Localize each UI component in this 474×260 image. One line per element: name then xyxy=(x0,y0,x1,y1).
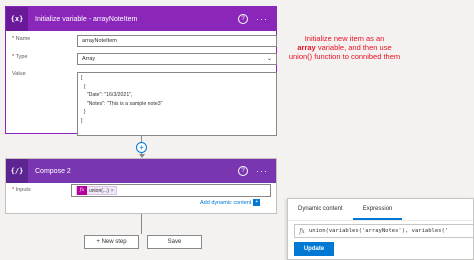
fx-icon: fx xyxy=(77,186,87,195)
expression-input[interactable]: fx union(variables('arrayNotes'), variab… xyxy=(294,224,474,238)
more-options-icon[interactable]: ··· xyxy=(256,166,268,176)
tab-expression[interactable]: Expression xyxy=(352,199,403,220)
add-dynamic-content-link[interactable]: Add dynamic content + xyxy=(200,199,261,206)
card-header[interactable]: {/} Compose 2 ? ··· xyxy=(6,159,276,183)
value-line: } xyxy=(81,109,86,116)
card-title: Initialize variable - arrayNoteItem xyxy=(35,15,138,23)
annotation-bold: array xyxy=(297,43,316,52)
insert-step-button[interactable]: + xyxy=(136,142,147,153)
annotation-text: Initialize new item as an array variable… xyxy=(287,34,402,61)
value-line: "Notes": "This is a sample note3" xyxy=(81,100,163,107)
annotation-line1: Initialize new item as an xyxy=(304,34,385,43)
type-dropdown-value: Array xyxy=(82,56,96,62)
compose-icon: {/} xyxy=(6,159,28,183)
value-line: "Date": "16/3/2021", xyxy=(81,92,133,99)
inputs-label-text: Inputs xyxy=(15,187,31,193)
required-mark: * xyxy=(12,187,15,193)
type-dropdown[interactable]: Array ⌄ xyxy=(77,53,277,65)
name-field[interactable]: arrayNoteItem xyxy=(77,35,277,47)
type-label: * Type xyxy=(12,54,28,60)
remove-token-icon[interactable]: × xyxy=(111,188,116,194)
expression-text: union(variables('arrayNotes'), variables… xyxy=(309,228,449,234)
required-mark: * xyxy=(12,54,15,60)
dynamic-content-icon: + xyxy=(253,199,261,206)
chevron-down-icon: ⌄ xyxy=(266,56,272,62)
token-label: union(...) xyxy=(89,187,109,194)
help-icon[interactable]: ? xyxy=(238,166,248,176)
value-line: { xyxy=(81,83,86,90)
card-header[interactable]: {x} Initialize variable - arrayNoteItem … xyxy=(6,7,276,31)
panel-tabs: Dynamic content Expression xyxy=(288,199,473,220)
expression-token[interactable]: fx union(...) × xyxy=(76,186,117,195)
inputs-label: * Inputs xyxy=(12,187,31,193)
fx-icon: fx xyxy=(299,227,305,235)
required-mark: * xyxy=(12,36,15,42)
card-title: Compose 2 xyxy=(35,167,71,175)
update-button[interactable]: Update xyxy=(294,242,334,256)
tab-dynamic-content[interactable]: Dynamic content xyxy=(288,199,353,220)
name-label-text: Name xyxy=(15,36,31,42)
expression-panel: Dynamic content Expression fx union(vari… xyxy=(287,198,474,260)
value-line: ] xyxy=(81,117,83,124)
name-label: * Name xyxy=(12,36,30,42)
connector-line-lower xyxy=(141,214,142,234)
more-options-icon[interactable]: ··· xyxy=(256,14,268,24)
inputs-field[interactable]: fx union(...) × xyxy=(71,184,271,197)
variable-icon: {x} xyxy=(6,7,28,31)
new-step-button[interactable]: + New step xyxy=(84,235,139,249)
help-icon[interactable]: ? xyxy=(238,14,248,24)
value-line: [ xyxy=(81,75,83,81)
value-textarea[interactable]: [ { "Date": "16/3/2021", "Notes": "This … xyxy=(77,72,277,136)
initialize-variable-card: {x} Initialize variable - arrayNoteItem … xyxy=(5,6,277,136)
value-label: Value xyxy=(12,71,26,77)
type-label-text: Type xyxy=(15,54,28,60)
save-button[interactable]: Save xyxy=(147,235,202,249)
add-dynamic-content-label: Add dynamic content xyxy=(200,199,252,206)
tab-divider xyxy=(288,220,473,221)
